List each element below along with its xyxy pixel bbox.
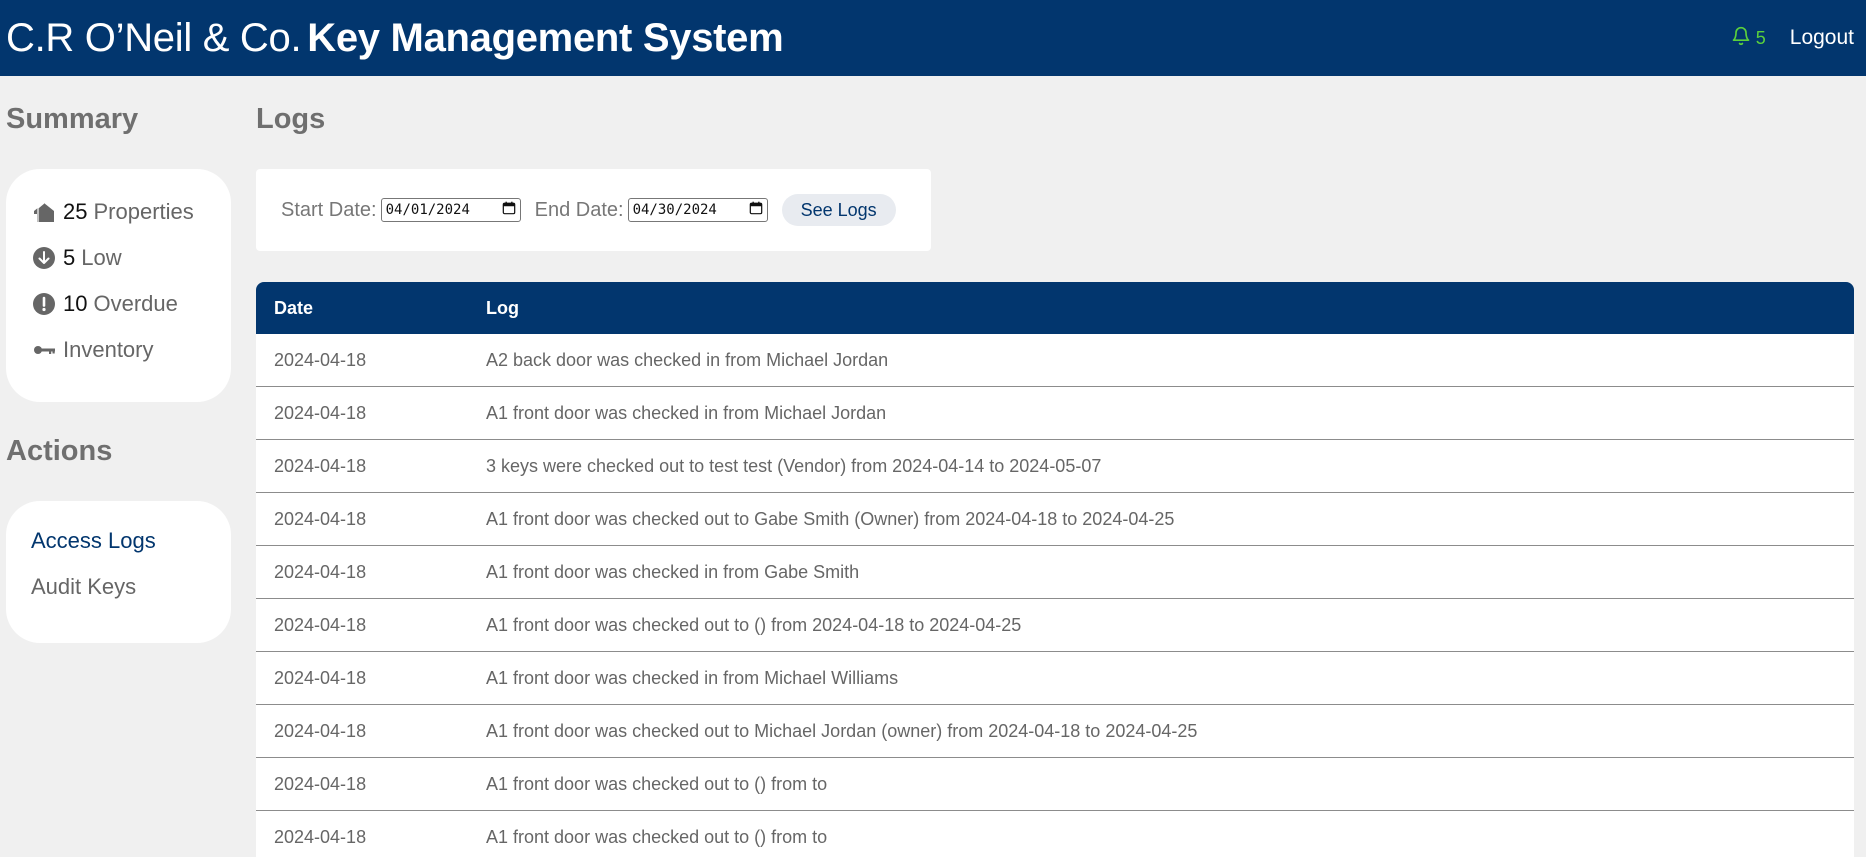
summary-heading: Summary [6,103,139,135]
end-date-value: 04/30/2024 [632,202,717,218]
table-row: 2024-04-18 A1 front door was checked in f… [256,387,1854,440]
notifications-button[interactable]: 5 [1731,26,1766,51]
navbar-actions: 5 Logout [1731,26,1860,51]
table-row: 2024-04-18 A1 front door was checked in f… [256,652,1854,705]
log-text: A1 front door was checked out to Michael… [486,720,1198,741]
log-text: A1 front door was checked in from Gabe S… [486,561,860,582]
logs-table: Date Log 2024-04-18 A2 back door was chec… [256,282,1854,857]
overdue-label: Overdue [93,291,178,316]
log-text: A1 front door was checked out to () from… [486,614,1022,635]
column-header-log: Log [486,297,519,318]
table-row: 2024-04-18 3 keys were checked out to tes… [256,440,1854,493]
inventory-label: Inventory [63,337,154,362]
summary-item-overdue[interactable]: 10 Overdue [31,281,231,327]
system-name: Key Management System [307,15,784,60]
table-header: Date Log [256,282,1854,334]
access-logs-link[interactable]: Access Logs [31,523,231,569]
table-row: 2024-04-18 A1 front door was checked out … [256,599,1854,652]
summary-item-low[interactable]: 5 Low [31,235,231,281]
table-row: 2024-04-18 A2 back door was checked in fr… [256,334,1854,387]
table-row: 2024-04-18 A1 front door was checked out … [256,705,1854,758]
log-text: 3 keys were checked out to test test (Ve… [486,455,1102,476]
log-text: A2 back door was checked in from Michael… [486,349,889,370]
low-count: 5 [63,245,76,270]
log-text: A1 front door was checked in from Michae… [486,402,887,423]
table-row: 2024-04-18 A1 front door was checked out … [256,811,1854,857]
top-navbar: C.R O’Neil & Co. Key Management System 5 … [0,0,1866,76]
log-date: 2024-04-18 [274,455,367,476]
end-date-input[interactable]: 04/30/2024 [627,198,768,222]
log-date: 2024-04-18 [274,349,367,370]
log-date: 2024-04-18 [274,561,367,582]
log-date: 2024-04-18 [274,402,367,423]
logs-heading: Logs [256,103,326,135]
log-text: A1 front door was checked out to () from… [486,826,828,847]
end-date-label: End Date: [534,198,624,221]
table-row: 2024-04-18 A1 front door was checked in f… [256,546,1854,599]
notification-count: 5 [1755,27,1766,48]
start-date-label: Start Date: [281,198,377,221]
properties-count: 25 [63,199,88,224]
table-row: 2024-04-18 A1 front door was checked out … [256,758,1854,811]
summary-item-inventory[interactable]: Inventory [31,327,231,373]
log-text: A1 front door was checked out to Gabe Sm… [486,508,1175,529]
app-title: C.R O’Neil & Co. Key Management System [6,15,784,61]
column-header-date: Date [274,297,314,318]
bell-icon [1731,26,1751,51]
log-date: 2024-04-18 [274,614,367,635]
table-row: 2024-04-18 A1 front door was checked out … [256,493,1854,546]
calendar-icon[interactable] [502,201,516,219]
arrow-down-circle-icon [31,245,57,271]
company-name: C.R O’Neil & Co. [6,15,302,60]
actions-card: Access Logs Audit Keys [6,501,231,643]
log-date: 2024-04-18 [274,773,367,794]
calendar-icon[interactable] [749,201,763,219]
log-text: A1 front door was checked out to () from… [486,773,828,794]
start-date-input[interactable]: 04/01/2024 [380,198,521,222]
log-date: 2024-04-18 [274,508,367,529]
low-label: Low [81,245,122,270]
summary-item-properties[interactable]: 25 Properties [31,189,231,235]
date-filter-card: Start Date: 04/01/2024 End Date: 04/30/2… [256,169,931,251]
house-icon [31,199,57,225]
properties-label: Properties [93,199,194,224]
log-date: 2024-04-18 [274,826,367,847]
actions-heading: Actions [6,435,113,467]
exclamation-circle-icon [31,291,57,317]
log-text: A1 front door was checked in from Michae… [486,667,899,688]
log-date: 2024-04-18 [274,667,367,688]
log-date: 2024-04-18 [274,720,367,741]
key-icon [31,337,57,363]
audit-keys-link[interactable]: Audit Keys [31,569,231,615]
see-logs-button[interactable]: See Logs [781,194,896,226]
overdue-count: 10 [63,291,88,316]
summary-card: 25 Properties 5 Low 10 Overdue Inventory [6,169,231,402]
start-date-value: 04/01/2024 [385,202,470,218]
logout-link[interactable]: Logout [1790,26,1854,50]
